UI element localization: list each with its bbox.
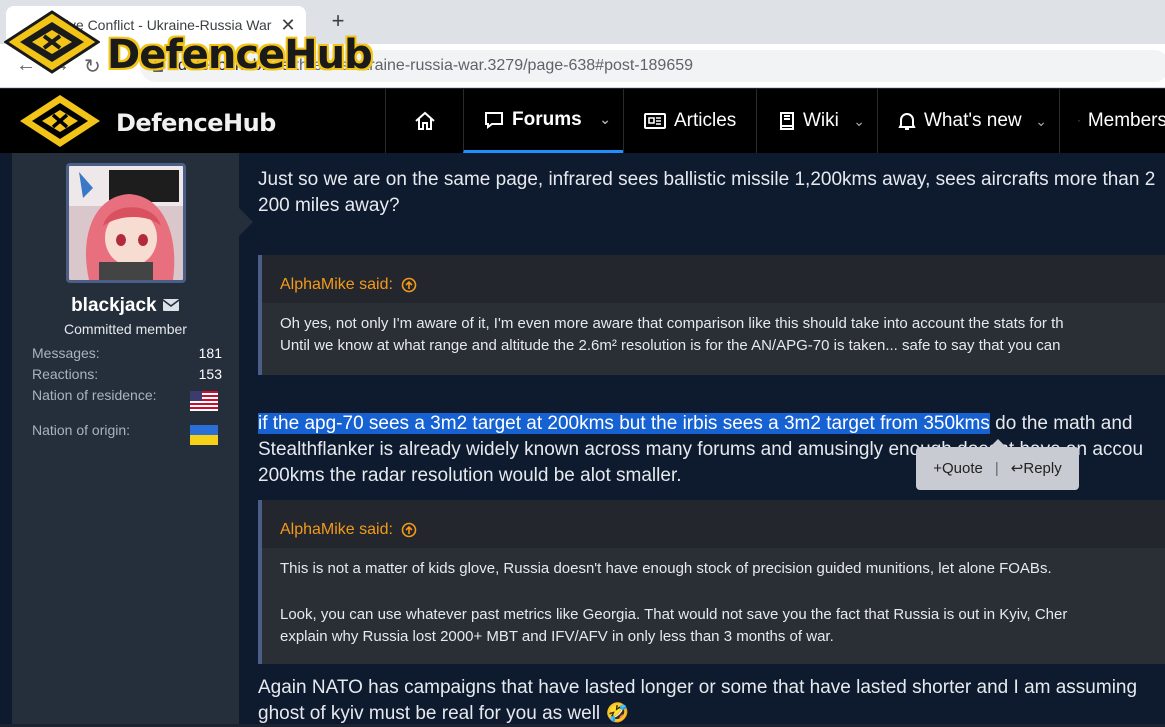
post-paragraph-1: Just so we are on the same page, infrare…	[258, 167, 1165, 219]
stat-value[interactable]: 181	[199, 345, 222, 361]
us-flag-icon	[190, 391, 218, 411]
quote-author[interactable]: AlphaMike said:	[280, 272, 393, 298]
popup-separator: |	[995, 456, 999, 482]
users-icon	[1078, 112, 1080, 130]
post-pointer	[239, 208, 253, 236]
forum-post: blackjack Committed member Messages: 181…	[0, 153, 1165, 724]
nav-forums[interactable]: Forums ⌄	[463, 89, 623, 153]
quote-author[interactable]: AlphaMike said:	[280, 517, 393, 543]
username[interactable]: blackjack	[12, 295, 239, 317]
nav-wiki-label: Wiki	[803, 110, 839, 132]
stat-label: Nation of origin:	[32, 422, 130, 438]
quote-header[interactable]: AlphaMike said:	[262, 255, 1165, 303]
nav-articles[interactable]: Articles	[623, 89, 756, 153]
newspaper-icon	[644, 113, 666, 129]
nav-whats-new-label: What's new	[924, 110, 1022, 132]
quote-block-2: AlphaMike said: This is not a matter of …	[258, 500, 1165, 664]
nav-home[interactable]	[385, 89, 463, 153]
nav-wiki[interactable]: Wiki ⌄	[756, 89, 877, 153]
stat-label: Nation of residence:	[32, 387, 157, 403]
avatar[interactable]	[66, 163, 186, 283]
quote-block-1: AlphaMike said: Oh yes, not only I'm awa…	[258, 255, 1165, 375]
ukraine-flag-icon	[190, 425, 218, 445]
post-body: Just so we are on the same page, infrare…	[258, 153, 1165, 724]
text-line: Just so we are on the same page, infrare…	[258, 167, 1165, 193]
stat-label: Reactions:	[32, 366, 98, 382]
text-line: Again NATO has campaigns that have laste…	[258, 675, 1165, 701]
chat-icon	[484, 111, 504, 129]
quote-reply-popup: +Quote | ↩Reply	[916, 447, 1079, 490]
stat-label: Messages:	[32, 345, 100, 361]
chevron-down-icon[interactable]: ⌄	[1035, 113, 1047, 130]
text-line: ghost of kyiv must be real for you as we…	[258, 703, 600, 724]
new-tab-button[interactable]: +	[326, 9, 350, 33]
nav-members[interactable]: Members	[1059, 89, 1165, 153]
site-header: DefenceHub Forums ⌄ Articles Wiki ⌄ What…	[0, 89, 1165, 153]
username-text: blackjack	[71, 295, 157, 316]
quote-content: Oh yes, not only I'm aware of it, I'm ev…	[262, 303, 1165, 357]
user-title: Committed member	[12, 321, 239, 337]
nav-forums-label: Forums	[512, 109, 582, 131]
quote-line: This is not a matter of kids glove, Russ…	[280, 558, 1165, 580]
main-nav: Forums ⌄ Articles Wiki ⌄ What's new ⌄ Me…	[385, 89, 1165, 153]
plus-icon: +	[933, 460, 942, 477]
arrow-up-circle-icon[interactable]	[401, 522, 417, 538]
quote-line: Look, you can use whatever past metrics …	[280, 604, 1165, 626]
quote-content: This is not a matter of kids glove, Russ…	[262, 548, 1165, 648]
stat-reactions: Reactions: 153	[32, 366, 222, 382]
chevron-down-icon[interactable]: ⌄	[853, 113, 865, 130]
nav-whats-new[interactable]: What's new ⌄	[877, 89, 1059, 153]
popup-reply-label: Reply	[1023, 460, 1061, 477]
chevron-down-icon[interactable]: ⌄	[599, 111, 611, 128]
quote-line: explain why Russia lost 2000+ MBT and IF…	[280, 626, 1165, 648]
quote-header[interactable]: AlphaMike said:	[262, 500, 1165, 548]
popup-quote-button[interactable]: +Quote	[933, 456, 983, 482]
site-logo-text[interactable]: DefenceHub	[116, 109, 276, 137]
home-icon	[414, 111, 436, 131]
rofl-emoji-icon: 🤣	[605, 703, 629, 724]
popup-reply-button[interactable]: ↩Reply	[1011, 456, 1062, 482]
watermark-text: DefenceHub	[107, 32, 372, 78]
quote-line: Until we know at what range and altitude…	[280, 335, 1165, 357]
book-icon	[779, 111, 795, 131]
quote-line: Oh yes, not only I'm aware of it, I'm ev…	[280, 313, 1165, 335]
stat-messages: Messages: 181	[32, 345, 222, 361]
text-fragment: do the math and	[990, 413, 1133, 434]
post-paragraph-3: Again NATO has campaigns that have laste…	[258, 675, 1165, 727]
envelope-icon[interactable]	[162, 298, 180, 312]
bell-icon	[898, 111, 916, 131]
watermark-diamond-icon	[4, 10, 100, 74]
arrow-up-circle-icon[interactable]	[401, 277, 417, 293]
selected-text[interactable]: if the apg-70 sees a 3m2 target at 200km…	[258, 413, 990, 434]
nav-articles-label: Articles	[674, 110, 736, 132]
avatar-image	[69, 166, 183, 280]
popup-quote-label: Quote	[942, 460, 983, 477]
nav-members-label: Members	[1088, 110, 1165, 132]
site-logo-icon[interactable]	[18, 93, 102, 149]
reply-arrow-icon: ↩	[1011, 460, 1024, 477]
post-user-panel: blackjack Committed member Messages: 181…	[12, 153, 239, 724]
stat-value[interactable]: 153	[199, 366, 222, 382]
watermark-logo: DefenceHub	[4, 10, 324, 74]
text-line: 200 miles away?	[258, 193, 1165, 219]
